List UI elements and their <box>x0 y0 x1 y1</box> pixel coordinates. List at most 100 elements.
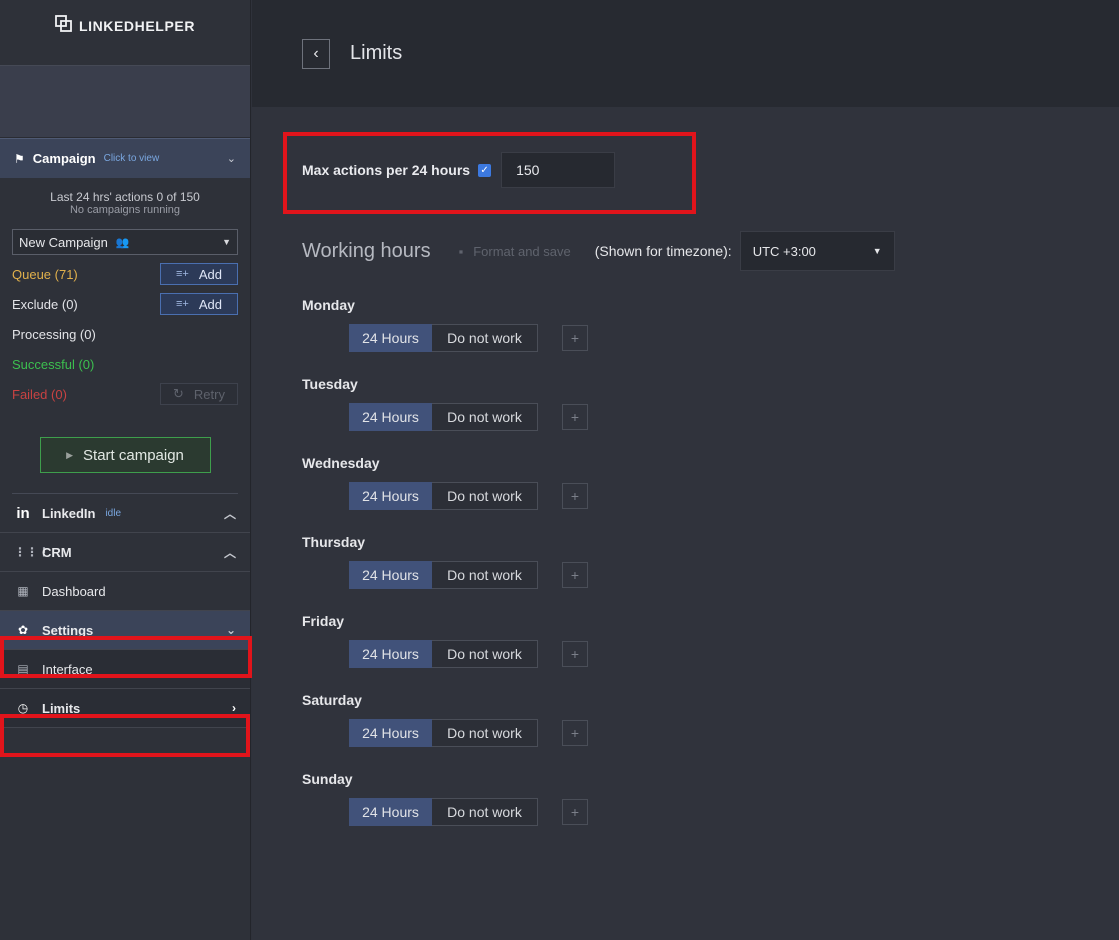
day-name: Thursday <box>302 534 366 550</box>
running-status: No campaigns running <box>69 204 181 216</box>
chevron-up-icon: ︿ <box>223 545 236 560</box>
campaign-header[interactable]: ⚑ Campaign Click to view ⌄ <box>0 138 250 178</box>
day-block-6: Sunday 24 Hours Do not work + <box>302 771 588 826</box>
campaign-select-value: New Campaign <box>19 234 108 250</box>
top-bar: ‹ Limits <box>252 0 1119 107</box>
max-actions-row: Max actions per 24 hours ✓ 150 <box>302 152 616 188</box>
nav-dashboard[interactable]: ▦ Dashboard <box>0 572 250 611</box>
retry-label: Retry <box>193 386 225 402</box>
queue-add-label: Add <box>198 266 222 282</box>
chevron-down-icon: ⌄ <box>225 623 236 637</box>
do-not-work-option[interactable]: Do not work <box>432 403 538 431</box>
caret-down-icon: ▼ <box>222 237 231 247</box>
max-actions-input[interactable]: 150 <box>501 152 616 188</box>
hours-24-option[interactable]: 24 Hours <box>349 324 432 352</box>
campaign-select[interactable]: New Campaign 👥 ▼ <box>12 229 238 255</box>
hours-24-option[interactable]: 24 Hours <box>349 561 432 589</box>
day-name: Saturday <box>302 692 362 708</box>
gear-icon: ✿ <box>17 623 29 637</box>
hours-24-option[interactable]: 24 Hours <box>349 482 432 510</box>
queue-label[interactable]: Queue (71) <box>12 267 160 282</box>
working-hours-title: Working hours <box>302 239 431 262</box>
exclude-add-button[interactable]: ≡+ Add <box>160 293 238 315</box>
queue-add-button[interactable]: ≡+ Add <box>160 263 238 285</box>
nav-limits-label: Limits <box>42 700 81 716</box>
interface-icon: ▤ <box>17 662 29 676</box>
day-block-0: Monday 24 Hours Do not work + <box>302 297 588 352</box>
flag-icon: ⚑ <box>14 151 25 166</box>
nav-linkedin[interactable]: in LinkedIn idle ︿ <box>0 494 250 533</box>
start-wrap: ▶ Start campaign <box>12 437 238 494</box>
campaign-click-to-view[interactable]: Click to view <box>104 153 160 164</box>
add-interval-button[interactable]: + <box>562 404 588 430</box>
max-actions-checkbox[interactable]: ✓ <box>478 163 492 177</box>
exclude-label[interactable]: Exclude (0) <box>12 297 160 312</box>
caret-down-icon: ▼ <box>872 246 882 256</box>
day-name: Friday <box>302 613 345 629</box>
do-not-work-option[interactable]: Do not work <box>432 324 538 352</box>
day-block-2: Wednesday 24 Hours Do not work + <box>302 455 588 510</box>
successful-label[interactable]: Successful (0) <box>12 357 238 372</box>
day-name: Monday <box>302 297 355 313</box>
logo-icon <box>55 15 73 36</box>
linkedin-icon: in <box>16 504 30 522</box>
do-not-work-option[interactable]: Do not work <box>432 798 538 826</box>
app-logo[interactable]: LINKEDHELPER <box>55 15 195 36</box>
chevron-left-icon: ‹ <box>313 44 319 62</box>
failed-label[interactable]: Failed (0) <box>12 387 160 402</box>
dashboard-icon: ▦ <box>17 584 29 598</box>
exclude-add-label: Add <box>198 296 222 312</box>
back-button[interactable]: ‹ <box>302 38 330 69</box>
chevron-right-icon: › <box>232 701 236 715</box>
day-controls: 24 Hours Do not work + <box>349 719 588 747</box>
do-not-work-option[interactable]: Do not work <box>432 561 538 589</box>
add-interval-button[interactable]: + <box>562 720 588 746</box>
add-interval-button[interactable]: + <box>562 562 588 588</box>
start-campaign-label: Start campaign <box>83 446 184 464</box>
campaign-body: Last 24 hrs' actions 0 of 150 No campaig… <box>0 178 250 494</box>
chevron-down-icon[interactable]: ⌄ <box>227 152 236 165</box>
nav-settings[interactable]: ✿ Settings ⌄ <box>0 611 250 650</box>
add-interval-button[interactable]: + <box>562 325 588 351</box>
add-interval-button[interactable]: + <box>562 483 588 509</box>
exclude-row: Exclude (0) ≡+ Add <box>12 289 238 319</box>
day-block-3: Thursday 24 Hours Do not work + <box>302 534 588 589</box>
processing-label[interactable]: Processing (0) <box>12 327 238 342</box>
day-controls: 24 Hours Do not work + <box>349 561 588 589</box>
list-add-icon: ≡+ <box>176 298 189 310</box>
timezone-select[interactable]: UTC +3:00 ▼ <box>739 231 895 271</box>
nav-crm[interactable]: ⋮⋮⋮ CRM ︿ <box>0 533 250 572</box>
play-icon: ▶ <box>66 449 74 460</box>
add-interval-button[interactable]: + <box>562 799 588 825</box>
save-icon: ▪ <box>458 243 464 259</box>
retry-button[interactable]: ↻ Retry <box>160 383 238 405</box>
day-controls: 24 Hours Do not work + <box>349 640 588 668</box>
day-controls: 24 Hours Do not work + <box>349 403 588 431</box>
do-not-work-option[interactable]: Do not work <box>432 719 538 747</box>
nav-interface[interactable]: ▤ Interface <box>0 650 250 689</box>
day-controls: 24 Hours Do not work + <box>349 482 588 510</box>
format-save-button[interactable]: ▪ Format and save <box>459 244 571 259</box>
do-not-work-option[interactable]: Do not work <box>432 482 538 510</box>
processing-row: Processing (0) <box>12 319 238 349</box>
list-add-icon: ≡+ <box>176 268 189 280</box>
hours-24-option[interactable]: 24 Hours <box>349 403 432 431</box>
nav-linkedin-label: LinkedIn <box>42 505 96 521</box>
hours-24-option[interactable]: 24 Hours <box>349 719 432 747</box>
nav-interface-label: Interface <box>42 661 93 677</box>
day-block-1: Tuesday 24 Hours Do not work + <box>302 376 588 431</box>
do-not-work-option[interactable]: Do not work <box>432 640 538 668</box>
hours-24-option[interactable]: 24 Hours <box>349 640 432 668</box>
nav-crm-label: CRM <box>42 544 72 560</box>
linkedin-status: idle <box>105 507 122 519</box>
failed-row: Failed (0) ↻ Retry <box>12 379 238 409</box>
campaign-title: Campaign <box>32 151 96 166</box>
hours-24-option[interactable]: 24 Hours <box>349 798 432 826</box>
main-content: Max actions per 24 hours ✓ 150 Working h… <box>252 107 1119 940</box>
nav-dashboard-label: Dashboard <box>42 583 106 599</box>
add-interval-button[interactable]: + <box>562 641 588 667</box>
logo-text: LINKEDHELPER <box>78 17 196 34</box>
start-campaign-button[interactable]: ▶ Start campaign <box>39 437 211 473</box>
day-block-5: Saturday 24 Hours Do not work + <box>302 692 588 747</box>
nav-limits[interactable]: ◷ Limits › <box>0 689 250 728</box>
